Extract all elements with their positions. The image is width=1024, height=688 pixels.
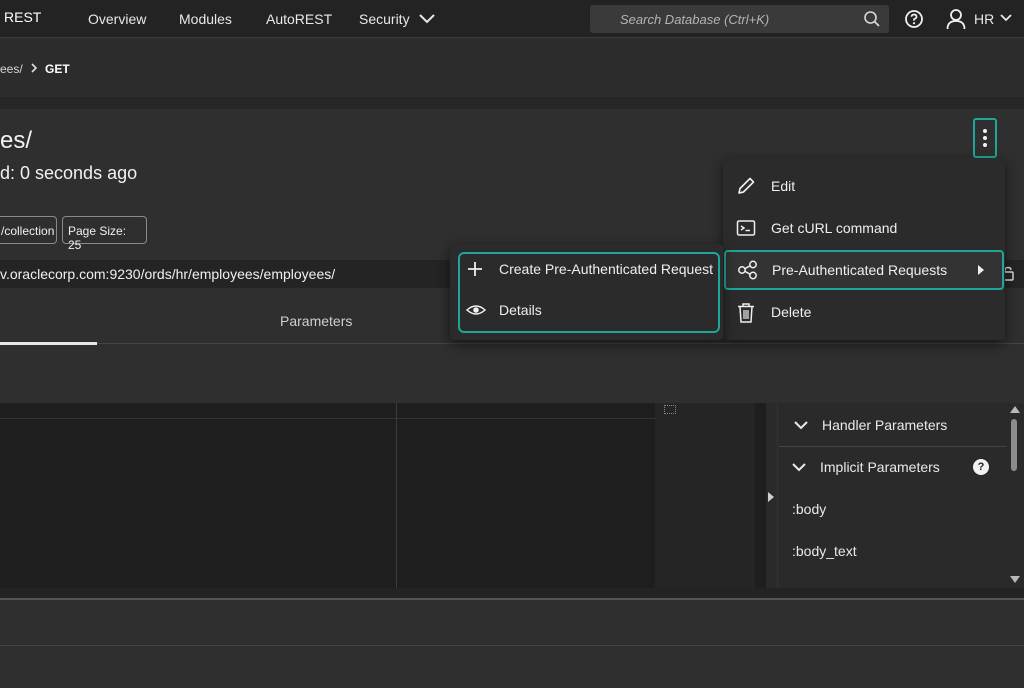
menu-item-label: Pre-Authenticated Requests: [772, 262, 948, 278]
scrollbar-thumb[interactable]: [1011, 419, 1017, 471]
caret-up-icon[interactable]: [1010, 406, 1020, 413]
side-panel-scrollbar[interactable]: [1007, 403, 1024, 588]
nav-overview[interactable]: Overview: [88, 11, 146, 27]
breadcrumb-parent-link[interactable]: ees/: [0, 62, 23, 76]
tab-parameters[interactable]: Parameters: [280, 313, 352, 329]
share-icon: [738, 260, 757, 280]
menu-item-get-curl[interactable]: Get cURL command: [723, 208, 1005, 248]
chevron-down-icon: [794, 421, 808, 430]
editor-line: [0, 418, 655, 419]
help-icon[interactable]: [904, 9, 924, 29]
implicit-parameters-label: Implicit Parameters: [820, 459, 940, 475]
terminal-icon: [736, 220, 756, 236]
chevron-down-icon: [792, 463, 806, 472]
endpoint-url[interactable]: v.oraclecorp.com:9230/ords/hr/employees/…: [0, 266, 335, 282]
handler-parameters-toggle[interactable]: Handler Parameters: [794, 417, 947, 433]
chevron-down-icon[interactable]: [1000, 14, 1012, 22]
pencil-icon: [738, 177, 755, 194]
source-type-chip: /collection: [0, 216, 57, 244]
list-item[interactable]: :body_text: [792, 543, 857, 559]
bottom-section: [0, 600, 1024, 646]
top-navigation-bar: REST Overview Modules AutoREST Security …: [0, 0, 1024, 38]
kebab-icon-dot: [983, 143, 987, 147]
chevron-down-icon: [419, 14, 436, 24]
kebab-icon-dot: [983, 136, 987, 140]
nav-security[interactable]: Security: [359, 11, 436, 27]
user-icon[interactable]: [946, 8, 966, 30]
menu-item-label: Create Pre-Authenticated Request: [499, 261, 714, 277]
last-updated-text: d: 0 seconds ago: [0, 163, 138, 183]
list-item[interactable]: :body: [792, 501, 826, 517]
menu-item-pre-authenticated-requests[interactable]: Pre-Authenticated Requests: [724, 250, 1004, 290]
minimap-viewport[interactable]: [664, 405, 676, 414]
more-actions-button[interactable]: [973, 118, 997, 158]
editor-bottom-border: [0, 588, 1024, 600]
search-icon[interactable]: [863, 10, 881, 28]
code-editor[interactable]: [0, 403, 766, 595]
side-panel-divider: [779, 446, 1007, 447]
caret-down-icon[interactable]: [1010, 576, 1020, 583]
caret-right-icon[interactable]: [768, 492, 774, 502]
editor-minimap[interactable]: [655, 403, 755, 588]
menu-item-create-pre-authenticated-request[interactable]: Create Pre-Authenticated Request: [460, 250, 718, 290]
handler-parameters-label: Handler Parameters: [822, 417, 948, 433]
toolbar-strip: [0, 345, 1024, 403]
editor-split-divider[interactable]: [396, 403, 397, 588]
kebab-icon: [983, 129, 987, 133]
nav-modules[interactable]: Modules: [179, 11, 232, 27]
menu-item-label: Details: [499, 302, 542, 318]
page-size-chip: Page Size: 25: [62, 216, 147, 252]
search-box: [590, 5, 889, 33]
help-icon[interactable]: ?: [973, 459, 989, 475]
chevron-right-icon: [31, 63, 38, 73]
user-name[interactable]: HR: [974, 11, 994, 27]
trash-icon: [738, 303, 754, 323]
nav-security-label: Security: [359, 11, 410, 27]
menu-item-delete[interactable]: Delete: [723, 292, 1005, 332]
parameters-side-panel: Handler Parameters Implicit Parameters ?…: [766, 403, 1024, 588]
eye-icon: [466, 305, 486, 315]
menu-item-label: Delete: [771, 304, 812, 320]
implicit-parameters-toggle[interactable]: Implicit Parameters: [792, 459, 940, 475]
search-input[interactable]: [590, 5, 850, 33]
page-title: es/: [0, 127, 33, 154]
plus-icon: [468, 262, 482, 276]
bottom-section: [0, 646, 1024, 688]
breadcrumb: ees/ GET: [0, 39, 1024, 97]
divider-band: [0, 97, 1024, 109]
menu-item-details[interactable]: Details: [460, 291, 718, 331]
menu-item-label: Get cURL command: [771, 220, 898, 236]
actions-menu: Edit Get cURL command Pre-Authenticated …: [723, 158, 1005, 340]
menu-item-label: Edit: [771, 178, 796, 194]
menu-item-edit[interactable]: Edit: [723, 166, 1005, 206]
caret-right-icon: [978, 265, 984, 275]
breadcrumb-current: GET: [45, 62, 70, 76]
nav-autorest[interactable]: AutoREST: [266, 11, 332, 27]
pre-authenticated-requests-submenu: Create Pre-Authenticated Request Details: [450, 244, 723, 340]
app-brand[interactable]: REST: [4, 9, 41, 25]
